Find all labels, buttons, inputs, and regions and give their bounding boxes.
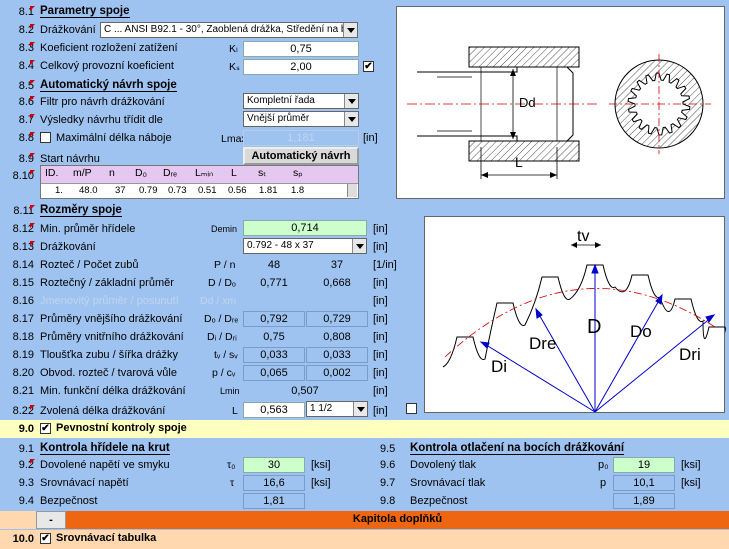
row-safety-shaft: 9.4 Bezpečnost 1,81	[0, 492, 395, 510]
row-filter: 8.6 Filtr pro návrh drážkování Kompletní…	[0, 92, 395, 110]
row-start-design: 8.9 Start návrhu Automatický návrh	[0, 147, 395, 165]
row-pitch-base-diameter: 8.15 Roztečný / základní průměr D / Dₒ 0…	[12, 275, 388, 291]
chevron-down-icon	[344, 112, 358, 126]
section-parametry-spoje: 8.1 Parametry spoje	[0, 4, 395, 22]
row-max-hub-length: 8.8 Maximální délka náboje Lmax 1,181 [i…	[18, 130, 378, 146]
row-number: 8.1	[18, 6, 35, 18]
label-d: D	[587, 316, 601, 338]
auto-design-button[interactable]: Automatický návrh	[243, 147, 359, 165]
dim-label-dd: Dd	[519, 95, 536, 110]
section-strength-checks: 9.0 ✔ Pevnostní kontroly spoje	[0, 420, 729, 438]
row-selected-length: 8.22 Zvolená délka drážkování L 0,563 1 …	[12, 401, 388, 418]
results-row[interactable]: 1. 48.0 37 0.79 0.73 0.51 0.56 1.81 1.8	[41, 183, 358, 198]
selected-length-checkbox[interactable]	[406, 403, 417, 414]
spline-type-select[interactable]: C ... ANSI B92.1 - 30°, Zaoblená drážka,…	[100, 22, 358, 38]
spline-joint-drawing: Dd L	[396, 6, 725, 199]
tooth-profile-drawing: tv D Do Dre Dri Di	[424, 216, 729, 413]
allowable-pressure-input[interactable]: 19	[613, 457, 675, 473]
row-drazkovani-type: 8.2 Drážkování C ... ANSI B92.1 - 30°, Z…	[18, 22, 358, 38]
teeth-value: 37	[306, 257, 368, 273]
allowable-shear-input[interactable]: 30	[243, 457, 305, 473]
row-min-functional-length: 8.21 Min. funkční délka drážkování Lmin …	[12, 383, 388, 399]
results-header: ID. m/P n D₀ Dᵣₑ Lₘᵢₙ L sₜ sₚ	[45, 167, 303, 179]
row-circular-pitch: 8.20 Obvod. rozteč / tvarová vůle p / cᵥ…	[12, 365, 388, 381]
chapter-addons-bar[interactable]: - Kapitola doplňků	[0, 511, 729, 529]
min-shaft-diameter-input[interactable]: 0,714	[243, 220, 367, 236]
row-load-coef: 8.3 Koeficient rozložení zatížení Kₗ 0,7…	[0, 40, 395, 58]
sort-select[interactable]: Vnější průměr	[243, 111, 359, 127]
results-scroll[interactable]	[347, 184, 357, 197]
tooth-profile-svg: tv D Do Dre Dri Di	[442, 228, 729, 413]
spline-size-select[interactable]: 0.792 - 48 x 37	[243, 238, 367, 254]
filter-select[interactable]: Kompletní řada	[243, 93, 359, 109]
load-coef-input[interactable]: 0,75	[243, 41, 359, 57]
section-dimensions: 8.11 Rozměry spoje	[13, 204, 122, 217]
dim-label-l: L	[515, 154, 523, 170]
label-dre: Dre	[529, 334, 556, 353]
row-spline-select: 8.13 Drážkování 0.792 - 48 x 37 [in]	[12, 238, 388, 254]
chevron-down-icon	[353, 402, 367, 416]
row-tooth-thickness: 8.19 Tloušťka zubu / šířka drážky tᵥ / s…	[12, 347, 388, 363]
comparison-table-checkbox[interactable]: ✔	[40, 533, 51, 544]
spline-length-input[interactable]: 0,563	[243, 402, 305, 418]
chapter-collapse-button[interactable]: -	[36, 511, 66, 529]
pitch-value: 48	[243, 257, 305, 273]
service-coef-checkbox[interactable]: ✔	[363, 61, 374, 72]
row-internal-diameters: 8.18 Průměry vnitřního drážkování Dᵢ / D…	[12, 329, 388, 345]
chevron-down-icon	[343, 23, 357, 37]
label-dri: Dri	[679, 345, 701, 364]
label: Drážkování	[40, 24, 96, 36]
section-comparison-table: 10.0 ✔ Srovnávací tabulka	[0, 530, 729, 549]
strength-checks-checkbox[interactable]: ✔	[40, 423, 51, 434]
max-hub-length-input[interactable]: 1,181	[243, 130, 359, 146]
label-tv: tv	[577, 228, 589, 245]
section-flank-pressure: 9.5 Kontrola otlačení na bocích drážková…	[380, 442, 701, 509]
row-external-diameters: 8.17 Průměry vnějšího drážkování Dₒ / Dᵣ…	[12, 311, 388, 327]
max-hub-length-checkbox[interactable]	[40, 132, 51, 143]
row-min-shaft-diameter: 8.12 Min. průměr hřídele Demin 0,714 [in…	[12, 220, 388, 236]
joint-drawing-svg: Dd L	[407, 46, 711, 179]
results-table: ID. m/P n D₀ Dᵣₑ Lₘᵢₙ L sₜ sₚ 1. 48.0 37…	[40, 165, 359, 199]
service-coef-input[interactable]: 2,00	[243, 59, 359, 75]
row-service-coef: 8.4 Celkový provozní koeficient Kₛ 2,00 …	[18, 59, 374, 75]
row-reference-stress: 9.3 Srovnávací napětí τ 16,6 [ksi]	[18, 475, 331, 491]
row-sort: 8.7 Výsledky návrhu třídit dle Vnější pr…	[0, 110, 395, 128]
row-allowable-shear: 9.2 Dovolené napětí ve smyku τ₀ 30 [ksi]	[18, 457, 331, 473]
label-di: Di	[491, 357, 507, 376]
section-title: Parametry spoje	[40, 5, 130, 18]
chevron-down-icon	[344, 94, 358, 108]
label-do: Do	[630, 322, 652, 341]
row-nominal-diameter: 8.16 Jmenovitý průměr / posunutí Dd / xm…	[12, 295, 388, 307]
chevron-down-icon	[352, 239, 366, 253]
row-pitch-teeth: 8.14 Rozteč / Počet zubů P / n 48 37 [1/…	[12, 257, 397, 273]
spline-length-select[interactable]: 1 1/2	[306, 401, 368, 417]
